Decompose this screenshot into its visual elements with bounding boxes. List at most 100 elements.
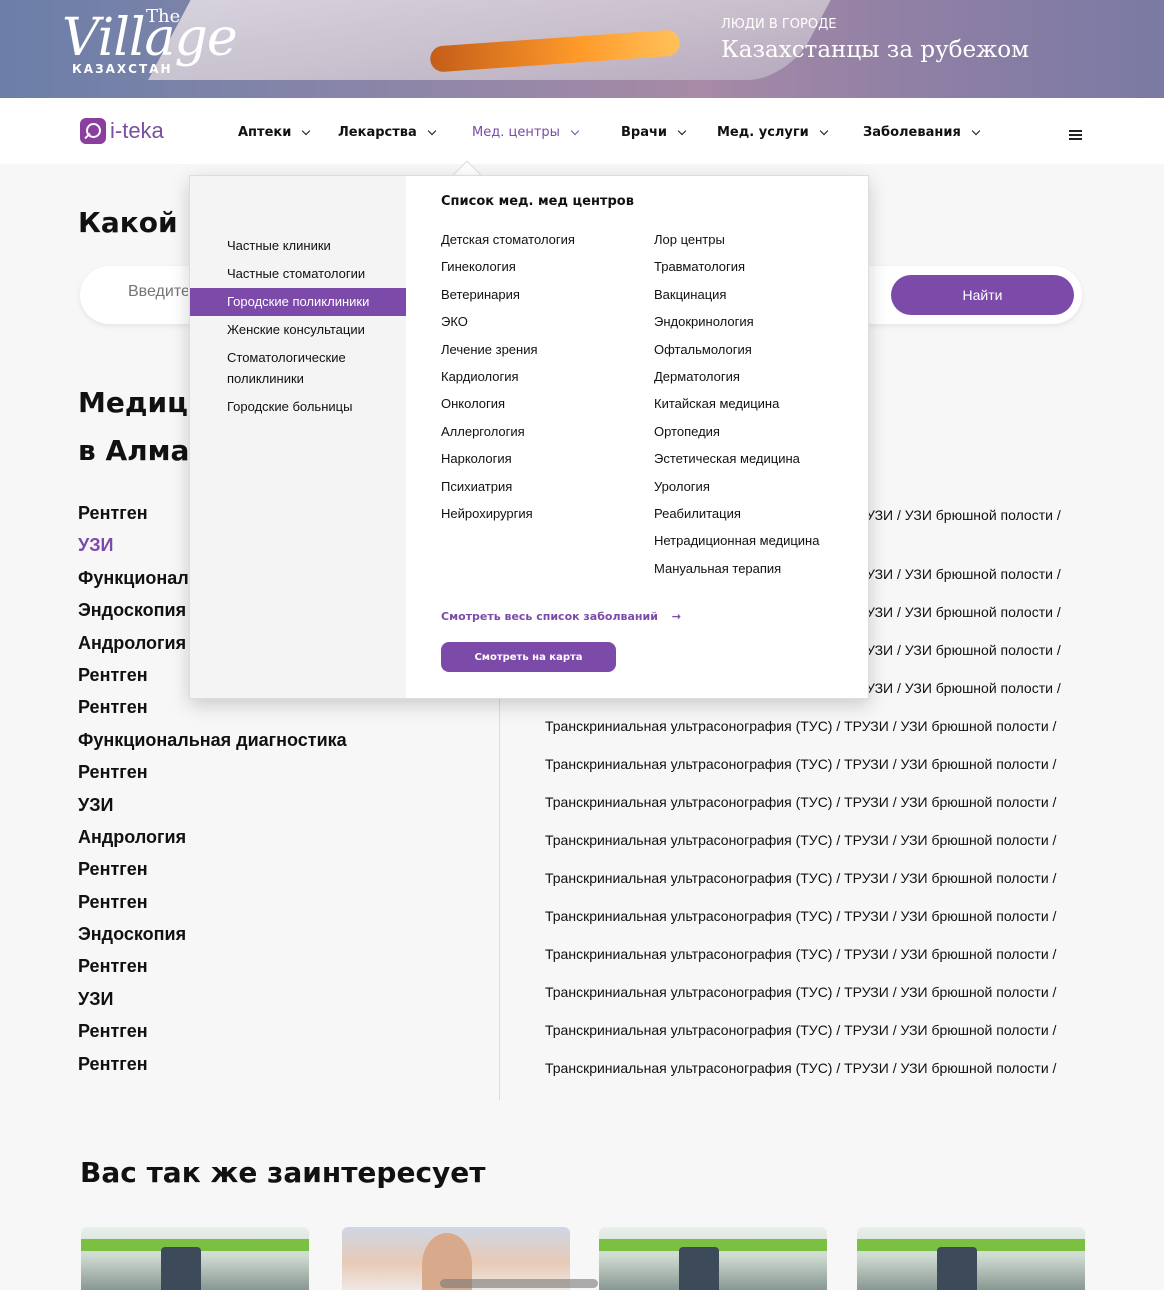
dropdown-link[interactable]: ЭКО <box>441 314 575 341</box>
interest-card-image[interactable] <box>857 1227 1085 1290</box>
dropdown-link[interactable]: Эндокринология <box>654 314 819 341</box>
dropdown-link[interactable]: Психиатрия <box>441 479 575 506</box>
nav-item-diseases[interactable]: Заболевания <box>863 125 981 140</box>
category-item[interactable]: Рентген <box>78 859 347 891</box>
chevron-down-icon <box>971 126 981 135</box>
service-row[interactable]: Транскриниальная ультрасонография (ТУС) … <box>545 984 1085 1022</box>
dropdown-link[interactable]: Аллергология <box>441 424 575 451</box>
nav-item-pharmacies[interactable]: Аптеки <box>238 125 311 140</box>
section-heading-line1: Медиц <box>78 386 188 419</box>
interest-heading: Вас так же заинтересует <box>80 1156 486 1189</box>
dropdown-side-item[interactable]: Женские консультации <box>190 316 406 344</box>
nav-item-doctors[interactable]: Врачи <box>621 125 687 140</box>
service-row[interactable]: Транскриниальная ультрасонография (ТУС) … <box>545 1022 1085 1060</box>
dropdown-link[interactable]: Офтальмология <box>654 342 819 369</box>
chevron-down-icon <box>819 126 829 135</box>
service-row[interactable]: Транскриниальная ультрасонография (ТУС) … <box>545 946 1085 984</box>
category-item[interactable]: Эндоскопия <box>78 924 347 956</box>
category-item[interactable]: Рентген <box>78 892 347 924</box>
arrow-right-icon: → <box>671 610 681 623</box>
service-row[interactable]: Транскриниальная ультрасонография (ТУС) … <box>545 794 1085 832</box>
hamburger-menu-icon[interactable] <box>1069 130 1082 142</box>
dropdown-link[interactable]: Нетрадиционная медицина <box>654 533 819 560</box>
dropdown-link[interactable]: Наркология <box>441 451 575 478</box>
nav-label: Врачи <box>621 125 668 140</box>
dropdown-link[interactable]: Кардиология <box>441 369 575 396</box>
nav-label: Мед. услуги <box>717 125 809 140</box>
dropdown-side-item[interactable]: Частные стоматологии <box>190 260 406 288</box>
dropdown-column-2: Лор центры Травматология Вакцинация Эндо… <box>654 232 819 588</box>
dropdown-side-item[interactable]: Стоматологические поликлиники <box>190 344 406 393</box>
dropdown-link[interactable]: Ветеринария <box>441 287 575 314</box>
dropdown-link[interactable]: Реабилитация <box>654 506 819 533</box>
service-row[interactable]: Транскриниальная ультрасонография (ТУС) … <box>545 908 1085 946</box>
logo-name: Village <box>62 8 238 68</box>
nav-label: Аптеки <box>238 125 292 140</box>
dropdown-link[interactable]: Лор центры <box>654 232 819 259</box>
service-row[interactable]: Транскриниальная ультрасонография (ТУС) … <box>545 870 1085 908</box>
search-pill-icon <box>80 118 106 144</box>
banner-kicker: ЛЮДИ В ГОРОДЕ <box>721 17 837 32</box>
dropdown-link[interactable]: Онкология <box>441 396 575 423</box>
i-teka-logo[interactable]: i-teka <box>80 118 164 144</box>
dropdown-caret <box>452 154 482 176</box>
search-input[interactable] <box>128 283 188 301</box>
nav-item-med-services[interactable]: Мед. услуги <box>717 125 829 140</box>
service-row[interactable]: Транскриниальная ультрасонография (ТУС) … <box>545 832 1085 870</box>
see-all-link[interactable]: Смотреть весь список заболваний → <box>441 610 681 623</box>
dropdown-side-item[interactable]: Частные клиники <box>190 232 406 260</box>
dropdown-link[interactable]: Гинекология <box>441 259 575 286</box>
dropdown-title: Список мед. мед центров <box>441 194 634 209</box>
dropdown-link[interactable]: Нейрохирургия <box>441 506 575 533</box>
category-item[interactable]: Рентген <box>78 1021 347 1053</box>
see-all-label: Смотреть весь список заболваний <box>441 610 658 623</box>
search-heading: Какой п <box>78 206 207 239</box>
dropdown-link[interactable]: Ортопедия <box>654 424 819 451</box>
dropdown-link[interactable]: Китайская медицина <box>654 396 819 423</box>
category-item[interactable]: Андрология <box>78 827 347 859</box>
nav-label: Заболевания <box>863 125 961 140</box>
main-nav: i-teka Аптеки Лекарства Мед. центры Врач… <box>0 98 1164 164</box>
section-heading-line2: в Алма <box>78 434 190 467</box>
nav-item-med-centers[interactable]: Мед. центры <box>472 125 580 140</box>
dropdown-column-1: Детская стоматология Гинекология Ветерин… <box>441 232 575 533</box>
service-row[interactable]: Транскриниальная ультрасонография (ТУС) … <box>545 1060 1085 1098</box>
service-row[interactable]: Транскриниальная ультрасонография (ТУС) … <box>545 756 1085 794</box>
service-row[interactable]: Транскриниальная ультрасонография (ТУС) … <box>545 718 1085 756</box>
category-item[interactable]: УЗИ <box>78 795 347 827</box>
category-item[interactable]: Рентген <box>78 956 347 988</box>
search-button[interactable]: Найти <box>891 275 1074 315</box>
chevron-down-icon <box>677 126 687 135</box>
chevron-down-icon <box>427 126 437 135</box>
dropdown-link[interactable]: Травматология <box>654 259 819 286</box>
dropdown-side-item[interactable]: Городские больницы <box>190 393 406 421</box>
brand-name: i-teka <box>110 118 164 143</box>
nav-item-medicines[interactable]: Лекарства <box>338 125 437 140</box>
interest-card-image[interactable] <box>599 1227 827 1290</box>
dropdown-side-item-active[interactable]: Городские поликлиники <box>190 288 406 316</box>
dropdown-link[interactable]: Дерматология <box>654 369 819 396</box>
nav-label: Лекарства <box>338 125 417 140</box>
category-item[interactable]: Рентген <box>78 1054 347 1086</box>
dropdown-link[interactable]: Урология <box>654 479 819 506</box>
horizontal-scrollbar[interactable] <box>440 1279 598 1288</box>
dropdown-link[interactable]: Мануальная терапия <box>654 561 819 588</box>
chevron-down-icon <box>570 126 580 135</box>
category-item[interactable]: Функциональная диагностика <box>78 730 347 762</box>
view-on-map-button[interactable]: Смотреть на карта <box>441 642 616 672</box>
dropdown-link[interactable]: Вакцинация <box>654 287 819 314</box>
category-item[interactable]: Рентген <box>78 697 347 729</box>
category-item[interactable]: Рентген <box>78 762 347 794</box>
nav-label: Мед. центры <box>472 125 560 140</box>
interest-card-image[interactable] <box>81 1227 309 1290</box>
logo-country: КАЗАХСТАН <box>72 62 173 76</box>
med-centers-dropdown: Частные клиники Частные стоматологии Гор… <box>189 175 869 699</box>
dropdown-link[interactable]: Лечение зрения <box>441 342 575 369</box>
dropdown-link[interactable]: Детская стоматология <box>441 232 575 259</box>
promo-banner[interactable]: The Village КАЗАХСТАН ЛЮДИ В ГОРОДЕ Каза… <box>0 0 1164 98</box>
category-item[interactable]: УЗИ <box>78 989 347 1021</box>
dropdown-link[interactable]: Эстетическая медицина <box>654 451 819 478</box>
chevron-down-icon <box>302 126 311 135</box>
dropdown-sidebar: Частные клиники Частные стоматологии Гор… <box>190 176 406 698</box>
banner-title[interactable]: Казахстанцы за рубежом <box>721 37 1029 63</box>
